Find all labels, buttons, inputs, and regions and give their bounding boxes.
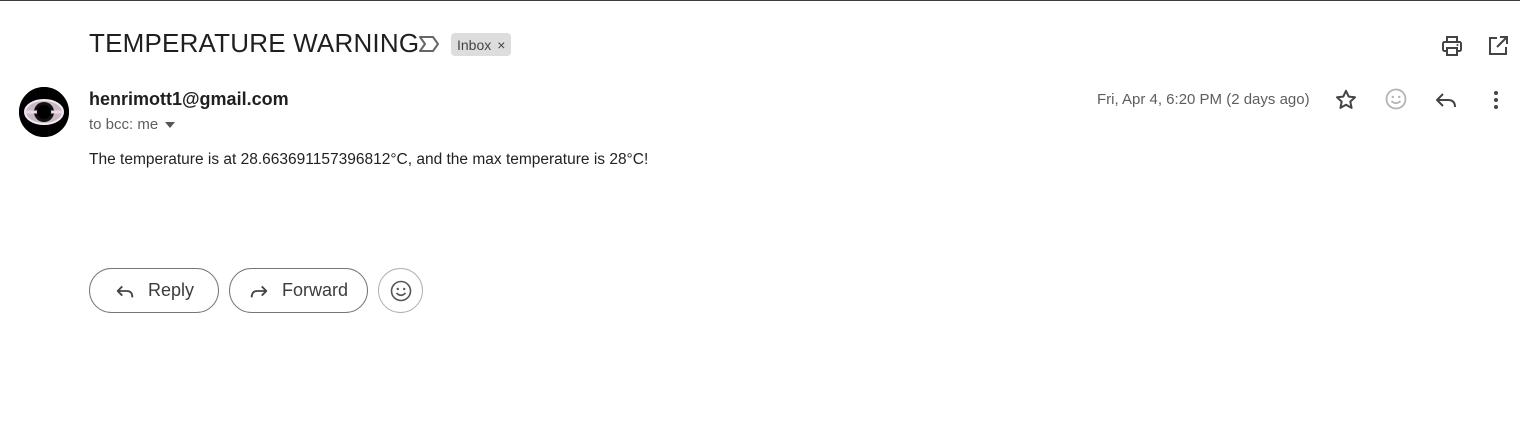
emoji-reaction-icon[interactable] (1384, 87, 1408, 111)
email-date: Fri, Apr 4, 6:20 PM (2 days ago) (1097, 91, 1310, 108)
email-body: The temperature is at 28.663691157396812… (89, 151, 649, 168)
show-details-caret-icon[interactable] (164, 121, 176, 129)
avatar-image (19, 87, 69, 137)
forward-icon (250, 285, 268, 297)
reply-icon (116, 285, 134, 297)
print-icon[interactable] (1440, 34, 1464, 58)
label-chip-text: Inbox (457, 36, 492, 53)
recipients-line: to bcc: me (89, 116, 176, 133)
emoji-reaction-icon (390, 280, 411, 301)
remove-label-button[interactable]: × (497, 38, 505, 52)
star-icon[interactable] (1334, 88, 1358, 112)
email-subject: TEMPERATURE WARNING (89, 28, 420, 58)
important-marker-icon[interactable] (418, 34, 440, 54)
reply-button-label: Reply (148, 280, 195, 300)
forward-button-label: Forward (282, 280, 349, 300)
inbox-label-chip: Inbox × (451, 33, 512, 56)
reply-button[interactable]: Reply (89, 268, 219, 313)
open-in-new-window-icon[interactable] (1486, 34, 1510, 58)
forward-button[interactable]: Forward (229, 268, 368, 313)
sender-avatar[interactable] (19, 87, 69, 137)
more-vertical-icon[interactable] (1484, 88, 1508, 112)
recipients-text: to bcc: me (89, 116, 159, 133)
emoji-reaction-button[interactable] (378, 268, 423, 313)
reply-icon[interactable] (1434, 88, 1458, 112)
sender-email[interactable]: henrimott1@gmail.com (89, 89, 289, 110)
